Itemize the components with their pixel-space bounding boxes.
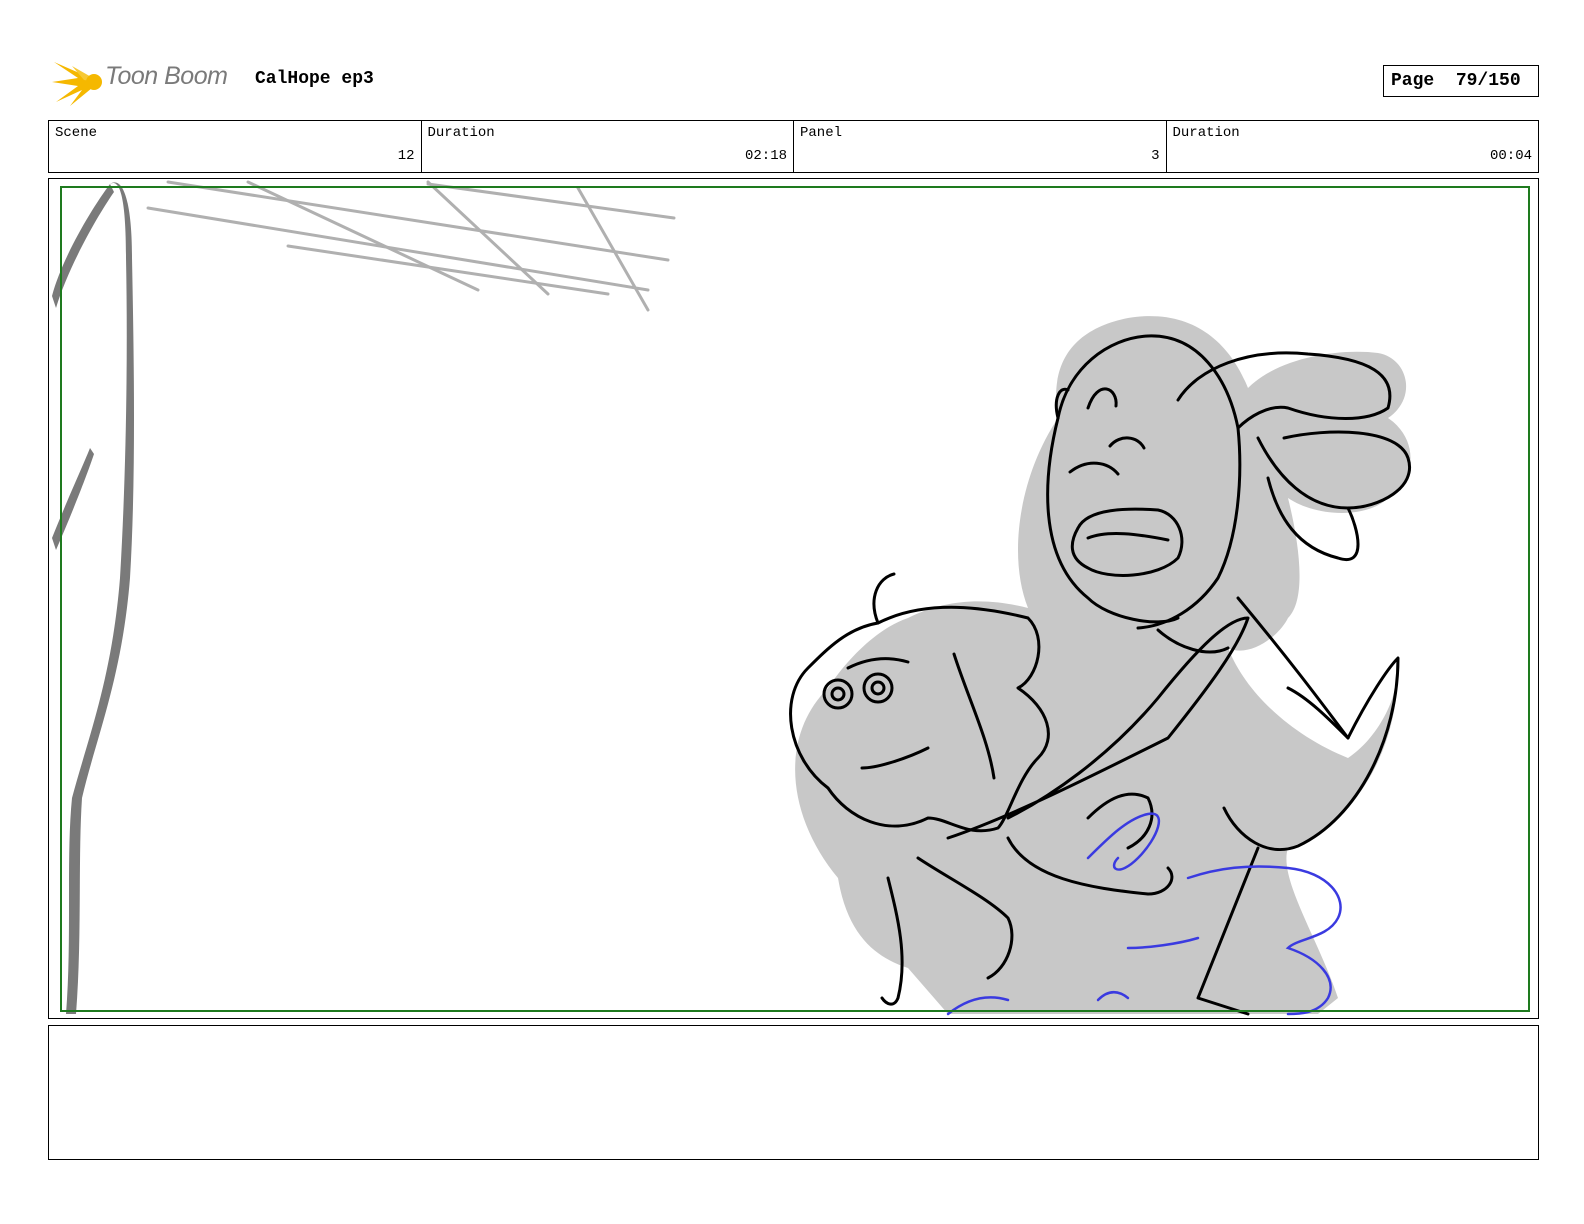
scene-label: Scene [55,125,98,141]
safe-area-border [60,186,1530,1012]
panel-notes-box[interactable] [48,1025,1539,1160]
page-indicator: Page 79/150 [1383,65,1539,97]
page-number: 79/150 [1455,71,1521,91]
panel-duration-value: 00:04 [1489,148,1532,164]
panel-label: Panel [800,125,843,141]
panel-info-table: Scene 12 Duration 02:18 Panel 3 Duration… [48,120,1539,173]
logo-text: Toon Boom [105,62,228,90]
panel-duration-cell: Duration 00:04 [1167,121,1539,172]
scene-duration-value: 02:18 [744,148,787,164]
panel-duration-label: Duration [1172,125,1240,141]
page-label: Page [1391,71,1435,91]
scene-cell: Scene 12 [49,121,422,172]
panel-cell: Panel 3 [794,121,1167,172]
scene-value: 12 [397,148,415,164]
scene-duration-cell: Duration 02:18 [422,121,794,172]
project-title: CalHope ep3 [255,69,374,89]
panel-value: 3 [1151,148,1160,164]
scene-duration-label: Duration [427,125,495,141]
